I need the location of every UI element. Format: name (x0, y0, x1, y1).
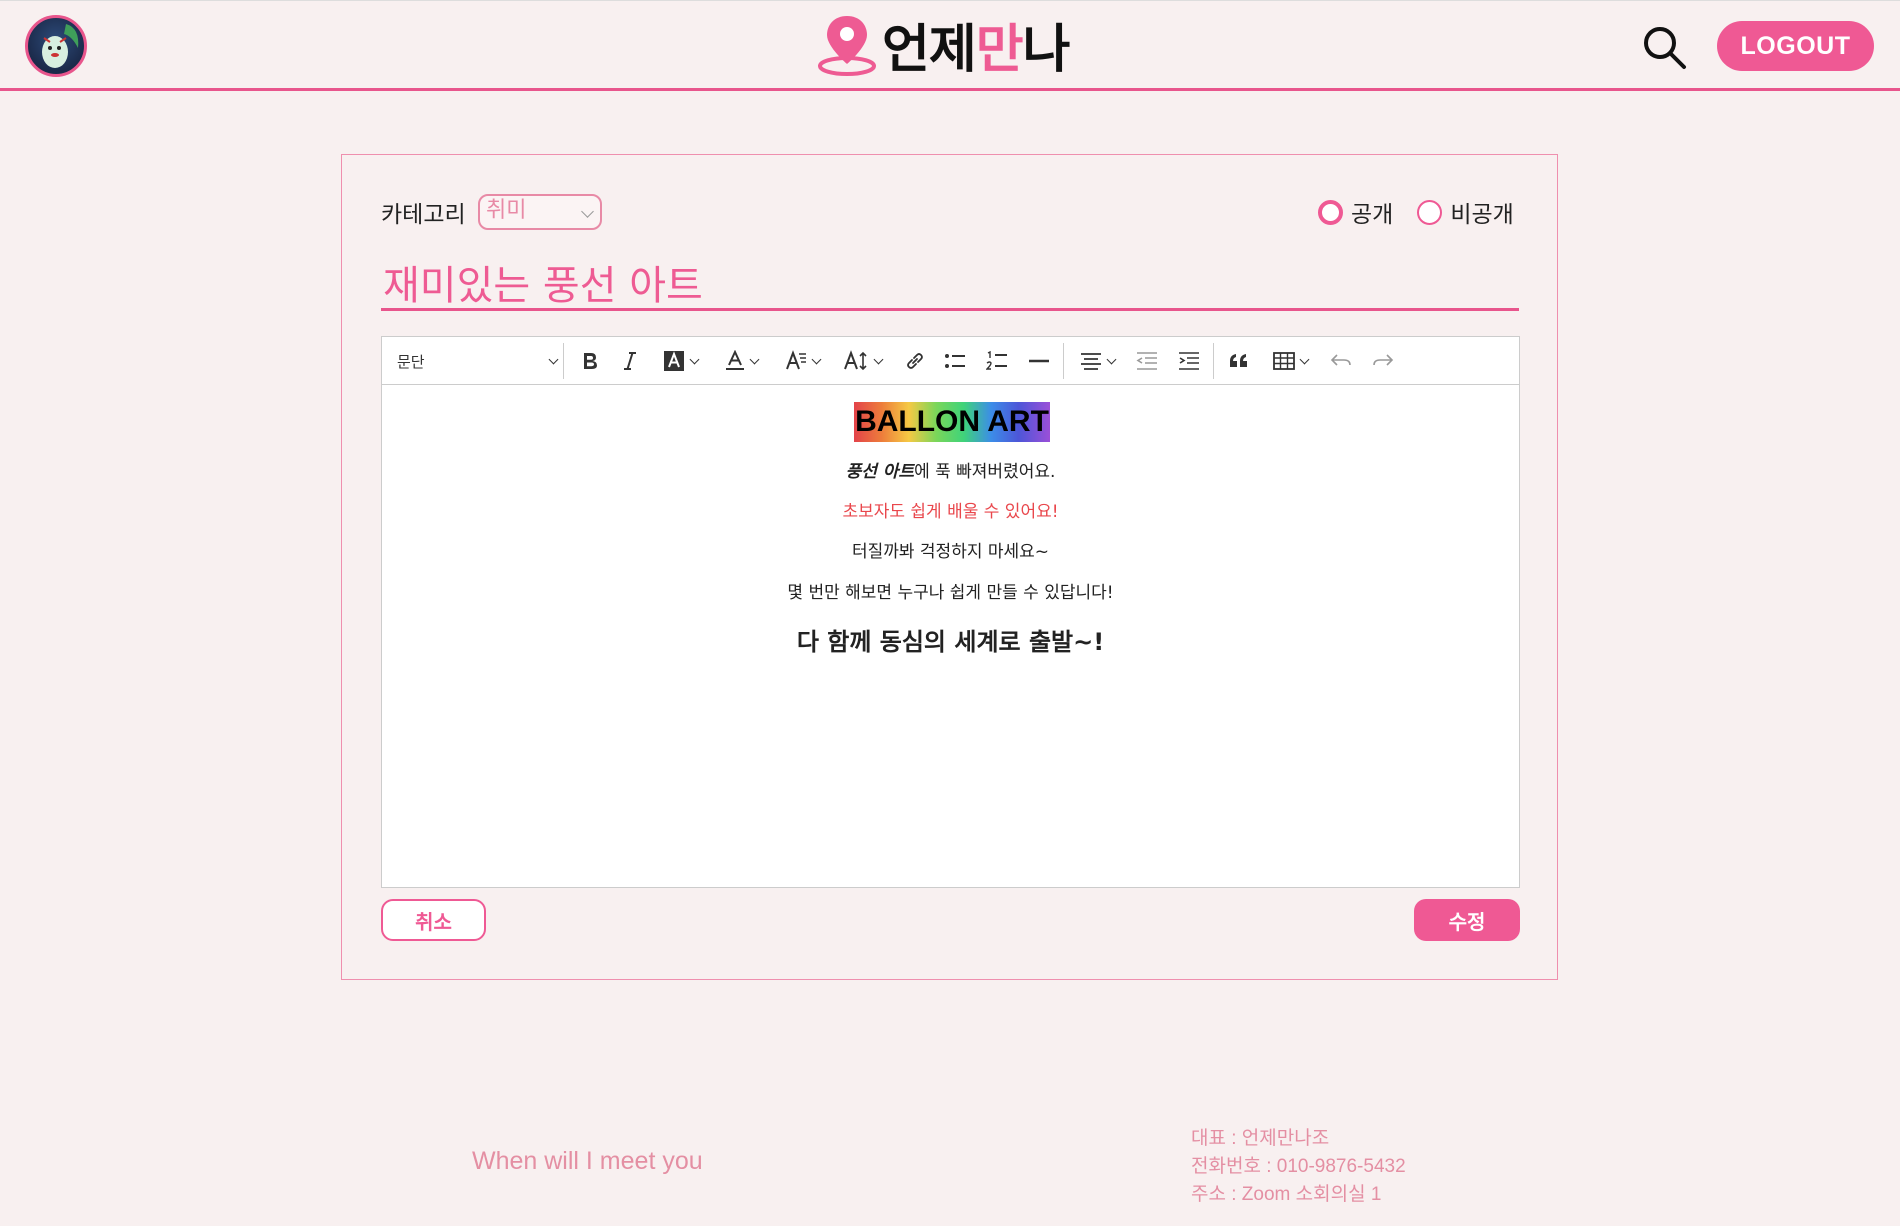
content-line-1: 풍선 아트에 푹 빠져버렸어요. (382, 457, 1519, 482)
title-input[interactable] (381, 255, 1519, 311)
chevron-down-icon (1106, 354, 1116, 364)
link-button[interactable] (900, 346, 930, 376)
radio-private[interactable]: 비공개 (1417, 195, 1514, 229)
numbered-list-button[interactable] (982, 346, 1012, 376)
horizontal-line-icon (1029, 359, 1049, 363)
radio-private-label: 비공개 (1450, 202, 1514, 228)
font-color-button[interactable] (718, 346, 764, 376)
chevron-down-icon (689, 354, 699, 364)
highlight-icon (663, 351, 684, 371)
bullet-list-button[interactable] (940, 346, 970, 376)
content-line-2: 초보자도 쉽게 배울 수 있어요! (842, 502, 1059, 522)
highlight-button[interactable] (657, 346, 703, 376)
logo-text: 언제만나 (882, 19, 1070, 80)
radio-private-circle[interactable] (1417, 199, 1443, 225)
logout-button[interactable]: LOGOUT (1717, 21, 1874, 71)
radio-public[interactable]: 공개 (1318, 195, 1393, 229)
search-icon (1644, 27, 1686, 69)
text-case-icon (843, 350, 867, 371)
redo-icon (1373, 354, 1394, 366)
radio-public-label: 공개 (1351, 202, 1394, 228)
horizontal-line-button[interactable] (1024, 346, 1054, 376)
content-line-4: 몇 번만 해보면 누구나 쉽게 만들 수 있답니다! (787, 583, 1114, 603)
table-icon (1272, 352, 1295, 370)
chevron-down-icon (581, 205, 594, 218)
chevron-down-icon (873, 354, 883, 364)
location-pin-icon (818, 16, 876, 76)
chevron-down-icon (548, 354, 559, 364)
user-avatar[interactable] (25, 15, 87, 77)
cancel-button[interactable]: 취소 (381, 899, 486, 941)
content-line-5: 다 함께 동심의 세계로 출발~! (796, 628, 1105, 656)
align-icon (1080, 353, 1101, 370)
editor-toolbar: 문단 (382, 337, 1519, 385)
outdent-icon (1136, 352, 1157, 370)
indent-icon (1179, 352, 1199, 370)
table-button[interactable] (1267, 346, 1313, 376)
italic-button[interactable] (615, 346, 645, 376)
bold-button[interactable] (575, 346, 605, 376)
align-button[interactable] (1074, 346, 1120, 376)
editor-content-area[interactable]: BALLON ART 풍선 아트에 푹 빠져버렸어요. 초보자도 쉽게 배울 수… (382, 385, 1519, 887)
undo-button[interactable] (1326, 346, 1356, 376)
footer-representative: 대표 : 언제만나조 (1191, 1128, 1330, 1149)
site-logo[interactable]: 언제만나 (818, 9, 1088, 80)
link-icon (907, 353, 923, 369)
quote-button[interactable] (1224, 346, 1254, 376)
font-size-icon (785, 350, 806, 370)
footer-phone: 전화번호 : 010-9876-5432 (1191, 1156, 1406, 1177)
bold-icon (584, 353, 597, 369)
category-selected-value: 취미 (486, 198, 527, 223)
chevron-down-icon (749, 354, 759, 364)
text-case-button[interactable] (838, 346, 886, 376)
toolbar-divider (1063, 343, 1064, 379)
content-line-3: 터질까봐 걱정하지 마세요~ (851, 542, 1050, 562)
avatar-character-icon (42, 24, 79, 68)
quote-icon (1230, 354, 1247, 367)
toolbar-divider (563, 343, 564, 379)
search-button[interactable] (1640, 23, 1688, 71)
italic-icon (624, 352, 636, 370)
submit-edit-button[interactable]: 수정 (1414, 899, 1520, 941)
visibility-radio-group: 공개 비공개 (1318, 195, 1538, 229)
rich-text-editor: 문단 BALLON ART 풍선 아트에 푹 빠져버렸어요. 초보자도 쉽게 배… (381, 336, 1520, 888)
undo-icon (1330, 354, 1351, 366)
numbered-list-icon (986, 350, 1007, 370)
post-edit-card: 카테고리 취미 공개 비공개 문단 (341, 154, 1558, 980)
paragraph-dropdown-label: 문단 (397, 352, 425, 371)
indent-button[interactable] (1174, 346, 1204, 376)
footer-address: 주소 : Zoom 소회의실 1 (1191, 1184, 1382, 1205)
font-size-button[interactable] (779, 346, 825, 376)
chevron-down-icon (1299, 354, 1309, 364)
outdent-button[interactable] (1132, 346, 1162, 376)
content-heading: BALLON ART (854, 402, 1050, 442)
category-select[interactable]: 취미 (478, 194, 602, 230)
font-color-icon (725, 350, 744, 370)
radio-public-circle[interactable] (1318, 199, 1343, 225)
footer-info: 대표 : 언제만나조 전화번호 : 010-9876-5432 주소 : Zoo… (1191, 1125, 1406, 1209)
chevron-down-icon (811, 354, 821, 364)
content-line-1-text: 에 푹 빠져버렸어요. (914, 462, 1056, 482)
paragraph-dropdown[interactable]: 문단 (397, 346, 559, 376)
top-header: 언제만나 LOGOUT (0, 0, 1900, 91)
redo-button[interactable] (1368, 346, 1398, 376)
toolbar-divider (1213, 343, 1214, 379)
category-label: 카테고리 (381, 202, 466, 228)
content-line-1-emphasis: 풍선 아트 (845, 462, 915, 482)
footer-tagline: When will I meet you (472, 1147, 703, 1175)
bullet-list-icon (945, 354, 965, 368)
